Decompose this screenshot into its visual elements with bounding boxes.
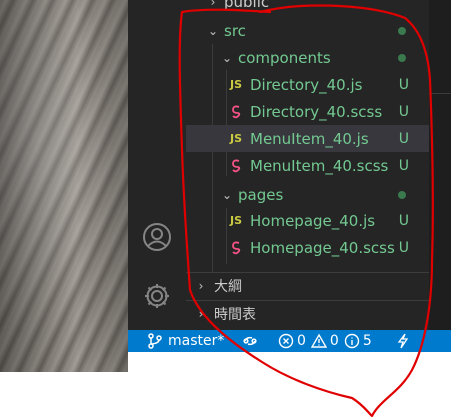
tree-item-label: src bbox=[224, 21, 246, 40]
error-icon bbox=[278, 333, 294, 349]
modified-dot-icon bbox=[398, 26, 406, 35]
untracked-badge: U bbox=[398, 212, 409, 229]
gear-icon[interactable] bbox=[142, 281, 172, 311]
tree-item-label: pages bbox=[238, 185, 284, 204]
tree-item-public[interactable]: › public bbox=[186, 0, 429, 15]
untracked-badge: U bbox=[398, 130, 409, 147]
error-count: 0 bbox=[297, 333, 306, 349]
chevron-down-icon: ⌄ bbox=[221, 187, 233, 202]
lightning-icon bbox=[397, 333, 409, 349]
js-file-icon: JS bbox=[229, 132, 242, 145]
tree-item-pages[interactable]: ⌄ pages bbox=[186, 181, 429, 208]
tree-item-label: MenuItem_40.js bbox=[250, 129, 369, 148]
lightning-button[interactable] bbox=[396, 330, 410, 352]
tree-item-label: Homepage_40.scss bbox=[250, 238, 395, 257]
chevron-down-icon: ⌄ bbox=[221, 50, 233, 65]
untracked-badge: U bbox=[398, 103, 409, 120]
tree-item-menuitem-scss[interactable]: MenuItem_40.scss U bbox=[186, 152, 429, 179]
branch-name: master* bbox=[168, 333, 225, 349]
chevron-right-icon: › bbox=[210, 0, 216, 9]
explorer-panel: › public ⌄ src ⌄ components JS Directory… bbox=[186, 0, 429, 330]
tree-item-src[interactable]: ⌄ src bbox=[186, 17, 429, 44]
status-bar: master* 0 0 5 bbox=[128, 330, 451, 352]
timeline-section-label: 時間表 bbox=[214, 307, 256, 323]
tree-item-menuitem-js[interactable]: JS MenuItem_40.js U bbox=[186, 125, 429, 152]
untracked-badge: U bbox=[398, 157, 409, 174]
activity-bar bbox=[128, 0, 186, 330]
problems-indicator[interactable]: 0 0 5 bbox=[278, 330, 372, 352]
chevron-right-icon: › bbox=[198, 279, 204, 293]
timeline-section-header[interactable]: › 時間表 bbox=[186, 300, 429, 327]
sync-icon bbox=[243, 336, 257, 346]
tree-item-label: components bbox=[238, 48, 331, 67]
warning-count: 0 bbox=[329, 333, 339, 349]
js-file-icon: JS bbox=[229, 214, 242, 227]
scss-file-icon bbox=[226, 105, 246, 119]
desktop-wallpaper bbox=[0, 0, 128, 372]
untracked-badge: U bbox=[398, 76, 409, 93]
tree-item-homepage-js[interactable]: JS Homepage_40.js U bbox=[186, 207, 429, 234]
sync-button[interactable] bbox=[242, 330, 258, 352]
tree-item-label: Directory_40.scss bbox=[250, 102, 383, 121]
tree-item-homepage-scss[interactable]: Homepage_40.scss U bbox=[186, 234, 429, 261]
info-icon bbox=[344, 333, 360, 349]
tree-item-directory-js[interactable]: JS Directory_40.js U bbox=[186, 71, 429, 98]
tree-item-directory-scss[interactable]: Directory_40.scss U bbox=[186, 98, 429, 125]
untracked-badge: U bbox=[398, 239, 409, 256]
scss-file-icon bbox=[226, 241, 246, 255]
editor-area bbox=[429, 0, 451, 330]
tree-item-label: Homepage_40.js bbox=[250, 211, 376, 230]
account-icon[interactable] bbox=[142, 222, 172, 252]
tree-item-label: Directory_40.js bbox=[250, 75, 363, 94]
modified-dot-icon bbox=[398, 53, 406, 62]
tree-item-label: public bbox=[224, 0, 270, 11]
git-branch-icon bbox=[148, 333, 162, 349]
branch-indicator[interactable]: master* bbox=[148, 330, 224, 352]
tree-item-components[interactable]: ⌄ components bbox=[186, 44, 429, 71]
warning-icon bbox=[310, 333, 327, 348]
chevron-down-icon: ⌄ bbox=[207, 23, 219, 38]
modified-dot-icon bbox=[398, 190, 406, 199]
info-count: 5 bbox=[362, 333, 372, 349]
outline-section-label: 大綱 bbox=[214, 279, 242, 295]
js-file-icon: JS bbox=[229, 78, 242, 91]
scss-file-icon bbox=[226, 159, 246, 173]
vscode-window: › public ⌄ src ⌄ components JS Directory… bbox=[128, 0, 451, 352]
outline-section-header[interactable]: › 大綱 bbox=[186, 272, 429, 299]
tree-item-label: MenuItem_40.scss bbox=[250, 156, 389, 175]
chevron-right-icon: › bbox=[198, 307, 204, 321]
